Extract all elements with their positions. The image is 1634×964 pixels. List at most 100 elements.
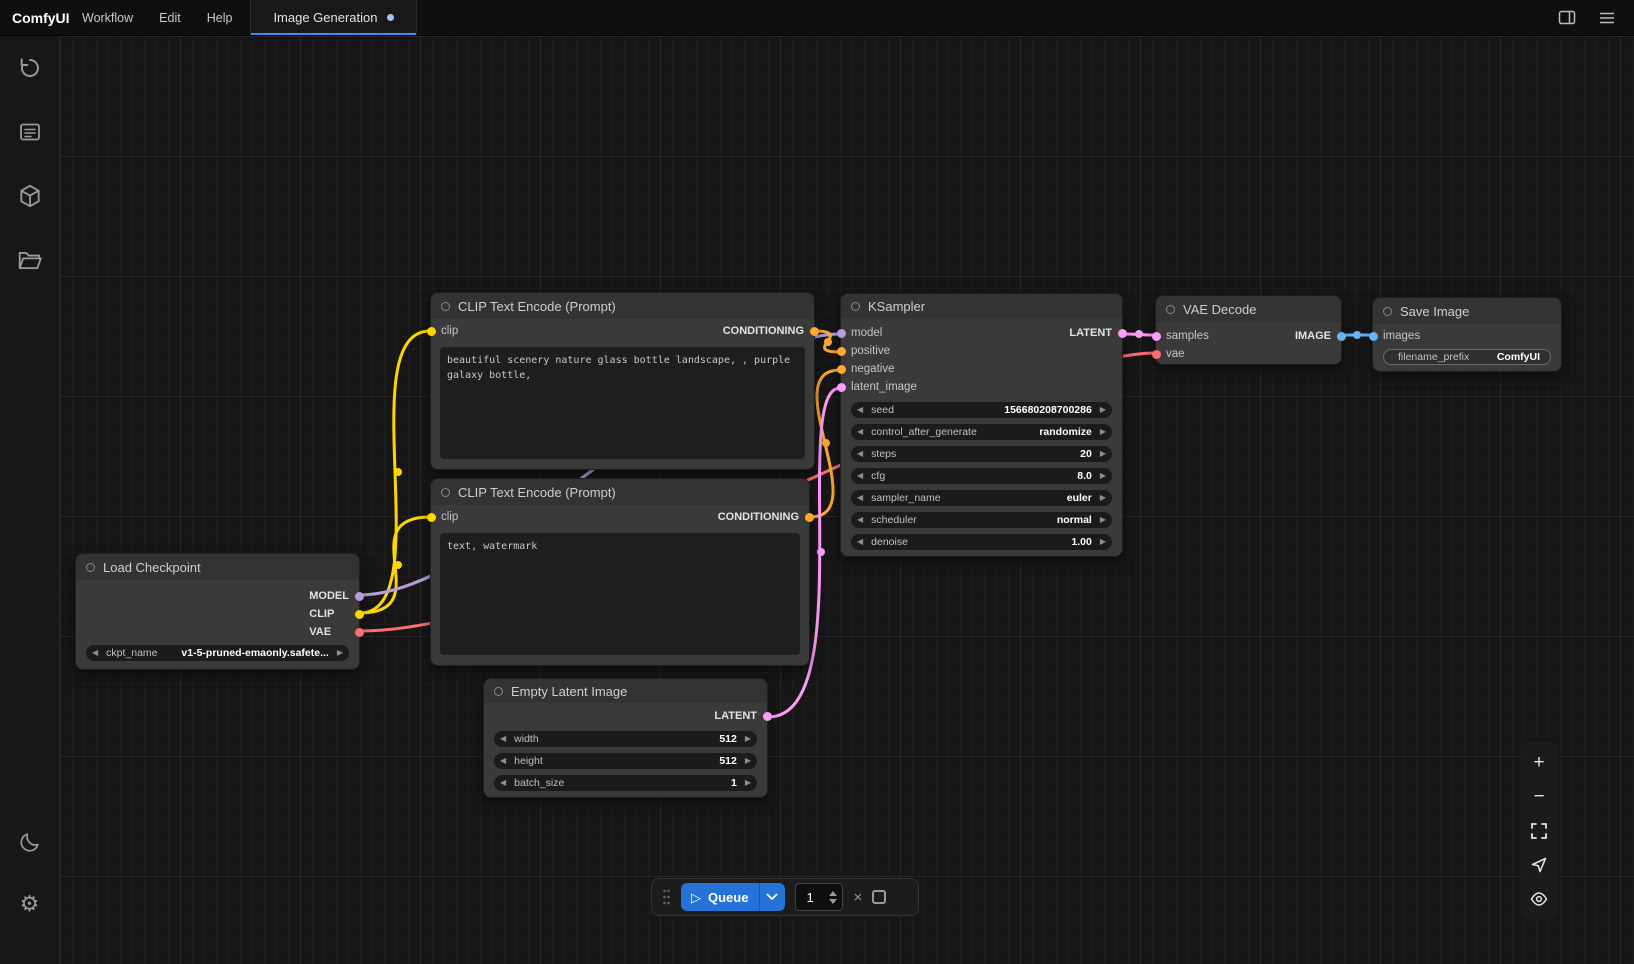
node-header[interactable]: Save Image (1373, 298, 1561, 324)
conditioning-slot-dot[interactable] (837, 347, 846, 356)
next-arrow-icon[interactable]: ▶ (1100, 516, 1106, 524)
collapse-dot-icon[interactable] (1166, 305, 1175, 314)
count-up-icon[interactable] (829, 891, 837, 896)
input-slot-samples[interactable]: samples (1166, 327, 1209, 345)
collapse-dot-icon[interactable] (86, 563, 95, 572)
widget-sampler-name[interactable]: ◀ sampler_name euler ▶ (851, 490, 1112, 506)
link-dot[interactable] (1353, 331, 1361, 339)
link-dot[interactable] (817, 548, 825, 556)
prev-arrow-icon[interactable]: ◀ (500, 735, 506, 743)
widget-denoise[interactable]: ◀ denoise 1.00 ▶ (851, 534, 1112, 550)
link-dot[interactable] (1135, 330, 1143, 338)
prompt-textarea[interactable]: text, watermark (440, 533, 800, 655)
widget-batch-size[interactable]: ◀ batch_size 1 ▶ (494, 775, 757, 791)
workflows-folder-icon[interactable] (16, 246, 44, 274)
next-arrow-icon[interactable]: ▶ (745, 757, 751, 765)
clear-queue-icon[interactable]: × (853, 890, 862, 905)
widget-steps[interactable]: ◀ steps 20 ▶ (851, 446, 1112, 462)
queue-button[interactable]: ▷ Queue (681, 883, 785, 911)
hamburger-menu-icon[interactable] (1596, 7, 1618, 29)
toggle-link-visibility-eye-button[interactable] (1522, 882, 1556, 916)
collapse-dot-icon[interactable] (1383, 307, 1392, 316)
clip-slot-dot[interactable] (355, 610, 364, 619)
menu-edit[interactable]: Edit (159, 11, 181, 25)
model-slot-dot[interactable] (355, 592, 364, 601)
tab-image-generation[interactable]: Image Generation (250, 0, 416, 35)
stop-icon[interactable] (872, 890, 886, 904)
output-slot-clip[interactable]: CLIP (309, 605, 349, 623)
output-slot-conditioning[interactable]: CONDITIONING (723, 321, 804, 341)
queue-dropdown-chevron-icon[interactable] (759, 883, 783, 911)
node-clip-text-encode-negative[interactable]: CLIP Text Encode (Prompt) clip CONDITION… (430, 478, 810, 666)
node-clip-text-encode-positive[interactable]: CLIP Text Encode (Prompt) clip CONDITION… (430, 292, 815, 470)
widget-seed[interactable]: ◀ seed 156680208700286 ▶ (851, 402, 1112, 418)
node-vae-decode[interactable]: VAE Decode samples vae IMAGE (1155, 295, 1342, 365)
next-arrow-icon[interactable]: ▶ (1100, 538, 1106, 546)
graph-canvas[interactable]: CLIP Text Encode (Prompt) clip CONDITION… (60, 36, 1634, 964)
output-slot-latent[interactable]: LATENT (714, 707, 757, 725)
widget-cfg[interactable]: ◀ cfg 8.0 ▶ (851, 468, 1112, 484)
prev-arrow-icon[interactable]: ◀ (92, 649, 98, 657)
node-ksampler[interactable]: KSampler model positive negative (840, 293, 1123, 557)
output-slot-model[interactable]: MODEL (309, 587, 349, 605)
select-mode-cursor-button[interactable] (1522, 848, 1556, 882)
zoom-out-button[interactable]: − (1522, 780, 1556, 814)
model-library-cube-icon[interactable] (16, 182, 44, 210)
next-arrow-icon[interactable]: ▶ (1100, 428, 1106, 436)
panel-toggle-icon[interactable] (1556, 7, 1578, 29)
input-slot-vae[interactable]: vae (1166, 345, 1209, 363)
prev-arrow-icon[interactable]: ◀ (857, 472, 863, 480)
input-slot-model[interactable]: model (851, 324, 917, 342)
clip-slot-dot[interactable] (427, 327, 436, 336)
prev-arrow-icon[interactable]: ◀ (857, 538, 863, 546)
next-arrow-icon[interactable]: ▶ (337, 649, 343, 657)
conditioning-slot-dot[interactable] (837, 365, 846, 374)
node-header[interactable]: KSampler (841, 294, 1122, 318)
node-header[interactable]: Load Checkpoint (76, 554, 359, 580)
link-dot[interactable] (824, 338, 832, 346)
count-down-icon[interactable] (829, 899, 837, 904)
node-save-image[interactable]: Save Image images filename_prefix ComfyU… (1372, 297, 1562, 372)
latent-slot-dot[interactable] (837, 383, 846, 392)
prev-arrow-icon[interactable]: ◀ (500, 757, 506, 765)
vae-slot-dot[interactable] (1152, 350, 1161, 359)
next-arrow-icon[interactable]: ▶ (745, 779, 751, 787)
node-header[interactable]: VAE Decode (1156, 296, 1341, 322)
next-arrow-icon[interactable]: ▶ (1100, 472, 1106, 480)
link-dot[interactable] (394, 468, 402, 476)
next-arrow-icon[interactable]: ▶ (1100, 450, 1106, 458)
widget-height[interactable]: ◀ height 512 ▶ (494, 753, 757, 769)
prev-arrow-icon[interactable]: ◀ (857, 516, 863, 524)
conditioning-slot-dot[interactable] (805, 513, 814, 522)
widget-ckpt-name[interactable]: ◀ ckpt_name v1-5-pruned-emaonly.safete..… (86, 645, 349, 661)
input-slot-images[interactable]: images (1383, 327, 1420, 345)
batch-count-input[interactable]: 1 (795, 883, 843, 911)
widget-control-after-generate[interactable]: ◀ control_after_generate randomize ▶ (851, 424, 1112, 440)
prev-arrow-icon[interactable]: ◀ (857, 406, 863, 414)
widget-width[interactable]: ◀ width 512 ▶ (494, 731, 757, 747)
link-dot[interactable] (822, 439, 830, 447)
theme-toggle-moon-icon[interactable] (16, 828, 44, 856)
fit-view-button[interactable] (1522, 814, 1556, 848)
workflow-history-icon[interactable] (16, 54, 44, 82)
drag-handle-icon[interactable] (662, 888, 671, 906)
image-slot-dot[interactable] (1337, 332, 1346, 341)
input-slot-positive[interactable]: positive (851, 342, 917, 360)
input-slot-clip[interactable]: clip (441, 507, 458, 527)
collapse-dot-icon[interactable] (851, 302, 860, 311)
node-header[interactable]: CLIP Text Encode (Prompt) (431, 479, 809, 505)
input-slot-negative[interactable]: negative (851, 360, 917, 378)
latent-slot-dot[interactable] (763, 712, 772, 721)
output-slot-conditioning[interactable]: CONDITIONING (718, 507, 799, 527)
collapse-dot-icon[interactable] (441, 302, 450, 311)
collapse-dot-icon[interactable] (494, 687, 503, 696)
next-arrow-icon[interactable]: ▶ (1100, 406, 1106, 414)
prev-arrow-icon[interactable]: ◀ (857, 494, 863, 502)
latent-slot-dot[interactable] (1152, 332, 1161, 341)
latent-slot-dot[interactable] (1118, 329, 1127, 338)
input-slot-latent-image[interactable]: latent_image (851, 378, 917, 396)
next-arrow-icon[interactable]: ▶ (1100, 494, 1106, 502)
node-header[interactable]: Empty Latent Image (484, 679, 767, 703)
settings-gear-icon[interactable]: ⚙ (16, 890, 44, 918)
prompt-textarea[interactable]: beautiful scenery nature glass bottle la… (440, 347, 805, 459)
